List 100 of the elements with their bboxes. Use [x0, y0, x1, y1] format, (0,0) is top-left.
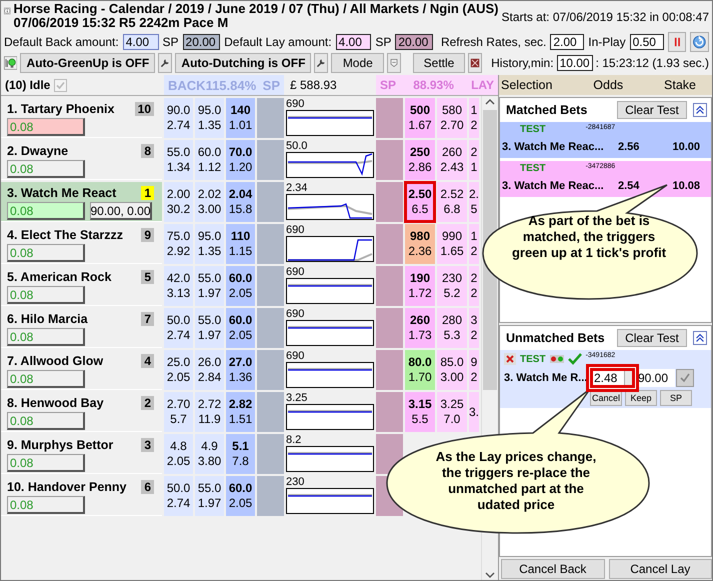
back-price-cell[interactable]: 5.1 7.8: [226, 434, 255, 474]
lay-price-cell[interactable]: 990 1.65: [437, 224, 467, 264]
lay-sp-cell[interactable]: [376, 182, 403, 222]
lay-price-cell[interactable]: 2. 5: [469, 182, 479, 222]
back-price-cell[interactable]: 90.0 2.74: [164, 98, 193, 138]
lay-price-cell[interactable]: 2.50 6.5: [405, 182, 435, 222]
back-sp-cell[interactable]: [257, 392, 284, 432]
back-price-cell[interactable]: 26.0 2.84: [195, 350, 224, 390]
delete-icon[interactable]: [504, 353, 516, 365]
lay-price-cell[interactable]: 260 1.73: [405, 308, 435, 348]
history-field[interactable]: 10.00: [556, 55, 593, 71]
back-price-cell[interactable]: 75.0 2.92: [164, 224, 193, 264]
back-price-cell[interactable]: 4.9 3.80: [195, 434, 224, 474]
lay-sp-cell[interactable]: [376, 266, 403, 306]
lay-price-cell[interactable]: 230 5.2: [437, 266, 467, 306]
lay-price-cell[interactable]: 3.25 7.0: [437, 392, 467, 432]
back-price-cell[interactable]: 60.0 2.05: [226, 476, 255, 516]
lay-sp-cell[interactable]: [376, 308, 403, 348]
back-sp-cell[interactable]: [257, 224, 284, 264]
lay-price-cell[interactable]: 250 2.86: [405, 140, 435, 180]
lay-price-cell[interactable]: 980 2.36: [405, 224, 435, 264]
lay-price-cell[interactable]: 500 1.67: [405, 98, 435, 138]
back-sp-cell[interactable]: [257, 266, 284, 306]
back-sp-cell[interactable]: [257, 434, 284, 474]
lay-price-cell[interactable]: 9 2: [469, 350, 479, 390]
lay-price-cell[interactable]: 280 5.3: [437, 308, 467, 348]
pause-icon[interactable]: [668, 32, 686, 52]
back-price-cell[interactable]: 50.0 2.74: [164, 476, 193, 516]
lay-sp-cell[interactable]: [376, 140, 403, 180]
back-price-cell[interactable]: 60.0 2.05: [226, 308, 255, 348]
back-price-cell[interactable]: 55.0 1.97: [195, 266, 224, 306]
shield-icon[interactable]: [387, 53, 402, 73]
wrench-icon[interactable]: [314, 53, 328, 73]
lay-sp-cell[interactable]: [376, 98, 403, 138]
wrench-icon[interactable]: [158, 53, 172, 73]
back-price-cell[interactable]: 2.04 15.8: [226, 182, 255, 222]
checkmark-icon[interactable]: [568, 353, 582, 365]
checkbox[interactable]: [54, 78, 68, 92]
lay-amount-field[interactable]: 4.00: [336, 34, 372, 50]
lay-price-cell[interactable]: 580 2.70: [437, 98, 467, 138]
runner-cell[interactable]: 3. Watch Me React 1 0.08 90.00, 0.00: [1, 182, 162, 222]
lay-price-cell[interactable]: 1 2: [469, 224, 479, 264]
lay-price-cell[interactable]: 190 1.72: [405, 266, 435, 306]
lay-price-cell[interactable]: 85.0 3.00: [437, 350, 467, 390]
back-price-cell[interactable]: 95.0 1.35: [195, 98, 224, 138]
lay-sp-cell[interactable]: [376, 392, 403, 432]
back-price-cell[interactable]: 95.0 1.35: [195, 224, 224, 264]
back-sp-cell[interactable]: [257, 476, 284, 516]
spreadsheet-icon[interactable]: [468, 53, 482, 73]
lay-sp-field[interactable]: 20.00: [395, 34, 433, 50]
back-price-cell[interactable]: 55.0 1.97: [195, 476, 224, 516]
lay-sp-cell[interactable]: [376, 350, 403, 390]
back-price-cell[interactable]: 60.0 2.05: [226, 266, 255, 306]
collapse-icon[interactable]: [693, 331, 707, 345]
back-sp-cell[interactable]: [257, 98, 284, 138]
clear-test-button[interactable]: Clear Test: [617, 101, 687, 119]
lay-price-cell[interactable]: 2 1: [469, 140, 479, 180]
checkmark-icon[interactable]: [676, 369, 694, 387]
back-sp-cell[interactable]: [257, 308, 284, 348]
back-price-cell[interactable]: 2.82 1.51: [226, 392, 255, 432]
back-sp-cell[interactable]: [257, 182, 284, 222]
back-price-cell[interactable]: 60.0 1.12: [195, 140, 224, 180]
mode-button[interactable]: Mode: [331, 53, 384, 73]
cancel-button[interactable]: Cancel Lay: [608, 559, 712, 579]
lay-price-cell[interactable]: 3 2: [469, 308, 479, 348]
back-price-cell[interactable]: 42.0 3.13: [164, 266, 193, 306]
back-price-cell[interactable]: 55.0 1.34: [164, 140, 193, 180]
auto-greenup-button[interactable]: Auto-GreenUp is OFF: [20, 53, 156, 73]
lay-price-cell[interactable]: 3.15 5.5: [405, 392, 435, 432]
position-button[interactable]: 90.00, 0.00: [90, 202, 152, 220]
back-price-cell[interactable]: 70.0 1.20: [226, 140, 255, 180]
back-price-cell[interactable]: 27.0 1.36: [226, 350, 255, 390]
back-price-cell[interactable]: 2.72 11.9: [195, 392, 224, 432]
back-price-cell[interactable]: 25.0 2.05: [164, 350, 193, 390]
auto-dutching-button[interactable]: Auto-Dutching is OFF: [175, 53, 312, 73]
back-sp-cell[interactable]: [257, 350, 284, 390]
back-sp-cell[interactable]: [257, 140, 284, 180]
lay-price-cell[interactable]: 260 2.43: [437, 140, 467, 180]
lay-price-cell[interactable]: 1 2: [469, 98, 479, 138]
back-sp-field[interactable]: 20.00: [182, 34, 220, 50]
bet-action-button[interactable]: Keep: [625, 390, 657, 406]
back-price-cell[interactable]: 50.0 2.74: [164, 308, 193, 348]
clear-test-button[interactable]: Clear Test: [617, 329, 687, 347]
settle-button[interactable]: Settle: [412, 53, 466, 73]
back-price-cell[interactable]: 4.8 2.05: [164, 434, 193, 474]
back-price-cell[interactable]: 55.0 1.97: [195, 308, 224, 348]
back-price-cell[interactable]: 2.02 3.00: [195, 182, 224, 222]
back-price-cell[interactable]: 2.70 5.7: [164, 392, 193, 432]
lay-price-cell[interactable]: 80.0 1.70: [405, 350, 435, 390]
refresh-icon[interactable]: [690, 32, 709, 52]
back-amount-field[interactable]: 4.00: [122, 34, 158, 50]
bet-action-button[interactable]: SP: [660, 390, 692, 406]
refresh-field[interactable]: 2.00: [550, 34, 584, 50]
lay-price-cell[interactable]: 2 2: [469, 266, 479, 306]
back-price-cell[interactable]: 110 1.15: [226, 224, 255, 264]
toggle-icon[interactable]: [550, 355, 564, 363]
lay-price-cell[interactable]: 2.52 6.8: [437, 182, 467, 222]
cancel-button[interactable]: Cancel Back: [501, 559, 604, 579]
lay-price-cell[interactable]: 3.: [469, 392, 479, 432]
back-price-cell[interactable]: 140 1.01: [226, 98, 255, 138]
